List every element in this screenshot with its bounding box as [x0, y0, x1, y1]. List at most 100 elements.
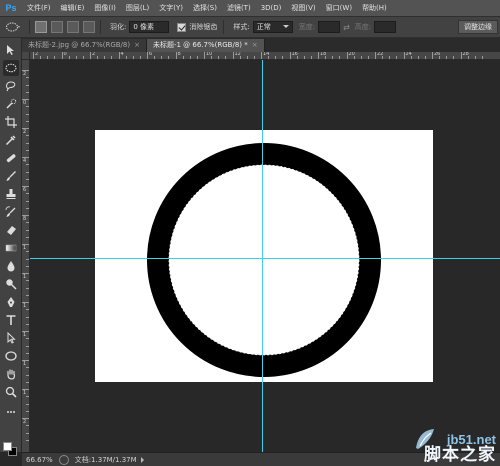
crop-icon [5, 116, 17, 128]
ruler-tick [282, 56, 284, 59]
horizontal-guide[interactable] [30, 258, 500, 259]
document-tabs: 未标题-2.jpg @ 66.7%(RGB/8) × 未标题-1 @ 66.7%… [22, 38, 500, 52]
ruler-label: 2 [92, 52, 96, 57]
lasso-tool[interactable] [3, 78, 19, 94]
ruler-tick [26, 410, 29, 412]
dodge-tool[interactable] [3, 276, 19, 292]
hand-tool[interactable] [3, 366, 19, 382]
ruler-label: 6 [23, 187, 27, 193]
vertical-ruler[interactable]: 2 0 2 4 6 8 1 1 1 1 1 1 2 [22, 60, 30, 452]
style-label: 样式: [233, 23, 250, 31]
ruler-label: 8 [177, 52, 181, 57]
horizontal-ruler[interactable]: 2 0 2 4 6 8 10 12 14 16 18 20 22 24 26 28 [30, 52, 500, 60]
pen-tool[interactable] [3, 294, 19, 310]
ruler-origin[interactable] [22, 52, 30, 60]
ruler-tick [196, 56, 198, 59]
ellipse-shape-tool[interactable] [3, 348, 19, 364]
subtract-from-selection-button[interactable] [67, 21, 79, 33]
menu-view[interactable]: 视图(V) [286, 0, 320, 16]
ruler-tick [22, 70, 29, 71]
ruler-tick [417, 56, 419, 59]
ruler-tick [289, 52, 291, 59]
document-info: 文档:1.37M/1.37M [74, 455, 137, 464]
style-select[interactable]: 正常 [252, 21, 293, 33]
ruler-tick [26, 84, 29, 86]
ruler-tick [26, 222, 29, 224]
ruler-tick [225, 56, 227, 59]
type-tool[interactable] [3, 312, 19, 328]
ruler-tick [26, 294, 29, 296]
elliptical-marquee-tool[interactable] [3, 60, 19, 76]
menu-3d[interactable]: 3D(D) [256, 0, 287, 16]
canvas-workspace[interactable] [30, 60, 500, 452]
tool-preset-picker[interactable] [0, 17, 26, 37]
crop-tool[interactable] [3, 114, 19, 130]
status-menu-arrow-icon[interactable] [140, 456, 144, 463]
ruler-tick [26, 207, 29, 209]
ruler-tick [26, 258, 29, 260]
menu-type[interactable]: 文字(Y) [154, 0, 188, 16]
menu-edit[interactable]: 编辑(E) [56, 0, 90, 16]
foreground-color-swatch[interactable] [3, 442, 12, 451]
edit-toolbar-tool[interactable] [3, 404, 19, 420]
ellipse-shape-icon [5, 351, 17, 361]
ruler-label: 4 [23, 158, 27, 164]
menu-image[interactable]: 图像(I) [89, 0, 121, 16]
close-icon[interactable]: × [252, 39, 258, 52]
ruler-tick [367, 56, 369, 59]
ruler-label: 1 [23, 245, 27, 251]
swap-icon[interactable]: ⇄ [343, 23, 350, 32]
ruler-tick [467, 56, 469, 59]
gradient-tool[interactable] [3, 240, 19, 256]
eyedropper-tool[interactable] [3, 132, 19, 148]
move-tool[interactable] [3, 42, 19, 58]
clone-stamp-tool[interactable] [3, 186, 19, 202]
menu-select[interactable]: 选择(S) [188, 0, 222, 16]
ruler-tick [218, 56, 220, 59]
ruler-tick [261, 52, 262, 59]
feather-input[interactable]: 0 像素 [129, 21, 170, 33]
brush-tool[interactable] [3, 168, 19, 184]
ruler-tick [22, 215, 29, 216]
ruler-tick [168, 56, 170, 59]
path-selection-tool[interactable] [3, 330, 19, 346]
history-brush-tool[interactable] [3, 204, 19, 220]
menu-file[interactable]: 文件(F) [22, 0, 56, 16]
zoom-tool[interactable] [3, 384, 19, 400]
tab-untitled-2[interactable]: 未标题-2.jpg @ 66.7%(RGB/8) × [22, 39, 147, 52]
height-input[interactable] [374, 21, 397, 33]
ruler-tick [460, 52, 462, 59]
add-to-selection-button[interactable] [51, 21, 63, 33]
quick-selection-tool[interactable] [3, 96, 19, 112]
ruler-label: 1 [23, 390, 27, 396]
ruler-tick [481, 56, 483, 59]
ruler-tick [318, 52, 319, 59]
intersect-selection-button[interactable] [83, 21, 95, 33]
close-icon[interactable]: × [134, 39, 140, 52]
spot-healing-tool[interactable] [3, 150, 19, 166]
photoshop-logo: Ps [5, 3, 17, 13]
new-selection-button[interactable] [35, 21, 47, 33]
menu-filter[interactable]: 滤镜(T) [222, 0, 256, 16]
width-input[interactable] [318, 21, 341, 33]
eraser-tool[interactable] [3, 222, 19, 238]
antialias-checkbox[interactable] [177, 22, 187, 32]
ruler-label: 2 [35, 52, 39, 57]
ruler-label: 1 [23, 361, 27, 367]
menu-help[interactable]: 帮助(H) [357, 0, 392, 16]
menu-layer[interactable]: 图层(L) [121, 0, 154, 16]
ruler-tick [296, 56, 298, 59]
watermark-logo-icon [416, 429, 434, 449]
ruler-tick [446, 56, 448, 59]
vertical-guide[interactable] [262, 60, 263, 452]
zoom-level[interactable]: 66.67% [22, 456, 57, 464]
ruler-tick [403, 52, 405, 59]
menu-window[interactable]: 窗口(W) [321, 0, 357, 16]
ruler-tick [161, 56, 163, 59]
blur-tool[interactable] [3, 258, 19, 274]
info-icon[interactable] [58, 454, 69, 465]
ruler-tick [424, 56, 426, 59]
refine-edge-button[interactable]: 调整边缘 [458, 20, 498, 34]
ruler-tick [268, 56, 270, 59]
tab-untitled-1[interactable]: 未标题-1 @ 66.7%(RGB/8) * × [146, 39, 265, 52]
